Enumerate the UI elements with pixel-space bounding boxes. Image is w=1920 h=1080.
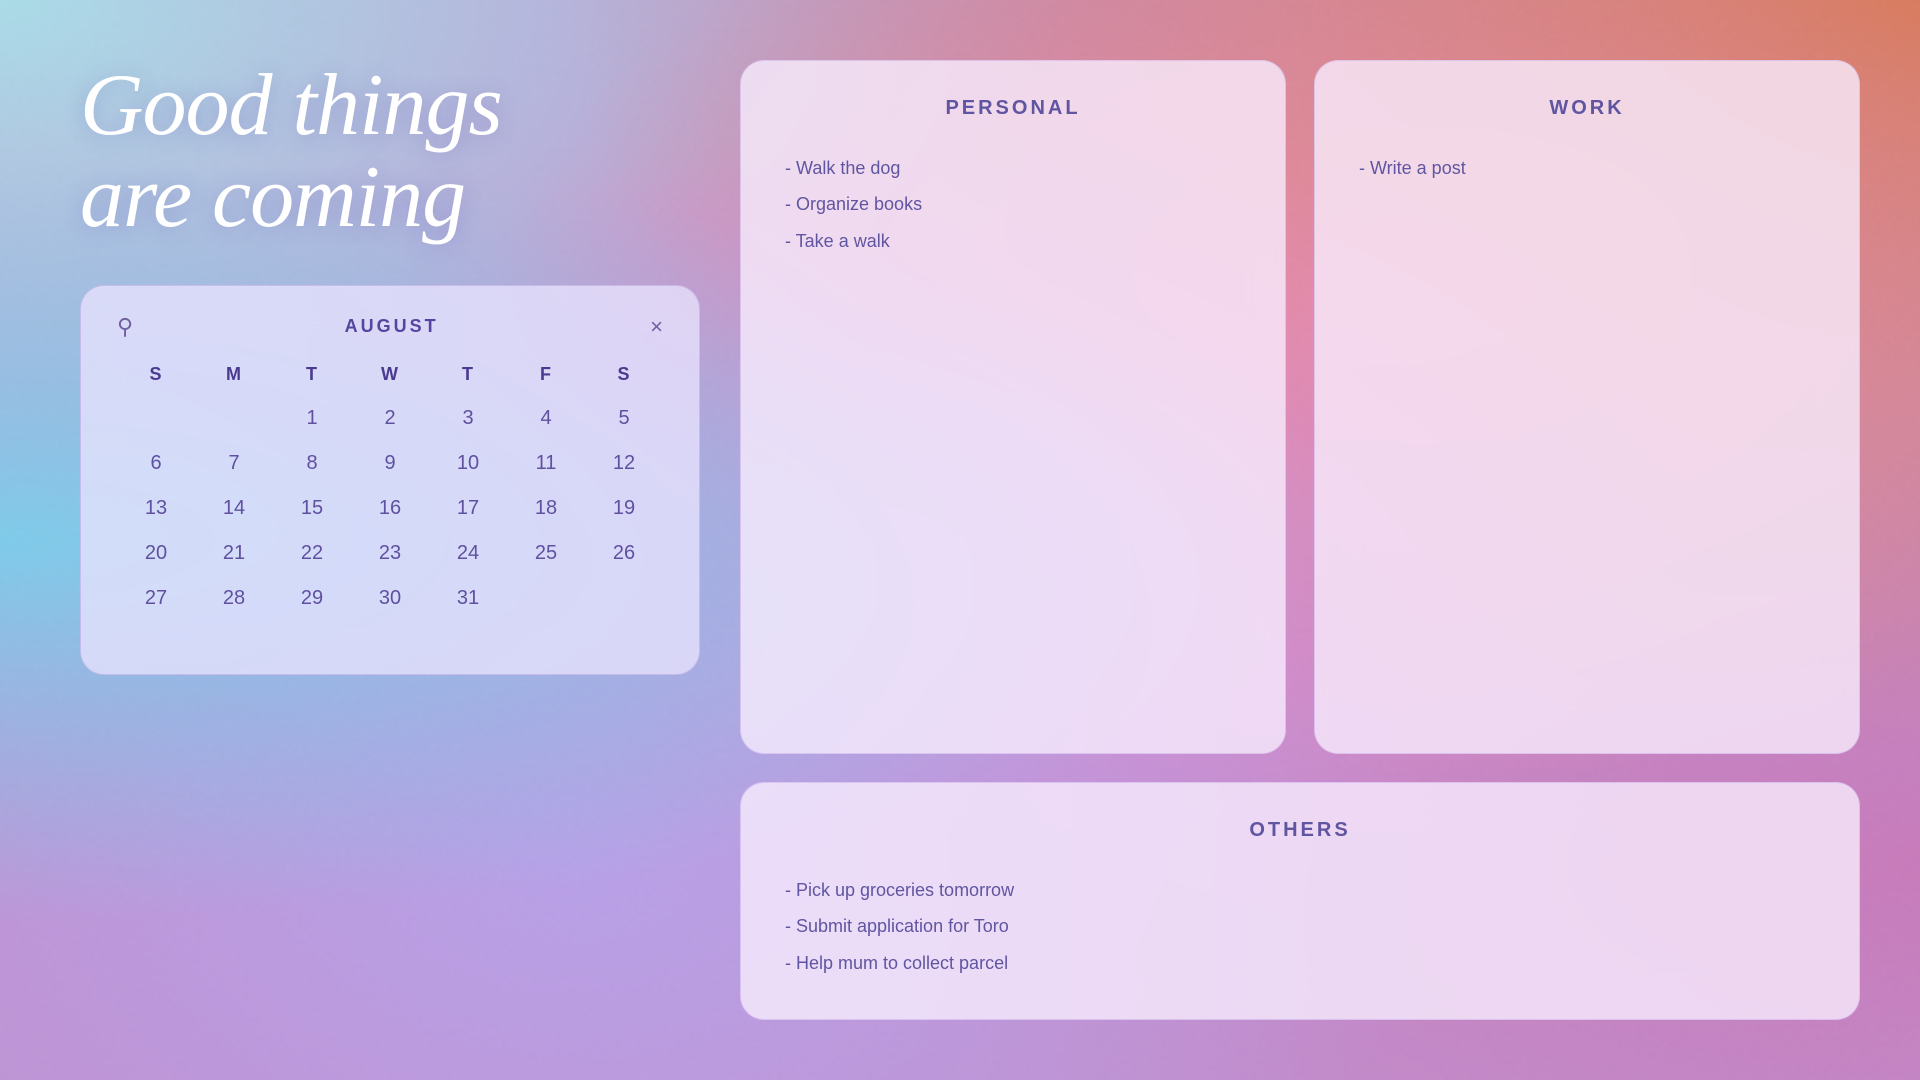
day-cell[interactable]: 16	[351, 491, 429, 526]
task-item: - Write a post	[1359, 152, 1815, 184]
day-cell[interactable]: 4	[507, 401, 585, 436]
day-header-w: W	[351, 364, 429, 385]
calendar-month: AUGUST	[345, 316, 439, 337]
top-cards: PERSONAL - Walk the dog- Organize books-…	[740, 60, 1860, 754]
day-header-t2: T	[429, 364, 507, 385]
day-cell[interactable]: 23	[351, 536, 429, 571]
others-tasks: - Pick up groceries tomorrow - Submit app…	[785, 874, 1815, 979]
left-panel: Good things are coming ⚲ AUGUST × S M T …	[80, 60, 700, 1020]
day-header-m: M	[195, 364, 273, 385]
hero-text: Good things are coming	[80, 60, 700, 245]
task-item: - Take a walk	[785, 225, 1241, 257]
calendar-header: ⚲ AUGUST ×	[117, 314, 663, 340]
day-cell	[585, 581, 663, 616]
calendar-widget: ⚲ AUGUST × S M T W T F S 123456789101112…	[80, 285, 700, 675]
close-button[interactable]: ×	[650, 316, 663, 338]
day-cell[interactable]: 13	[117, 491, 195, 526]
day-cell[interactable]: 30	[351, 581, 429, 616]
search-icon[interactable]: ⚲	[117, 314, 133, 340]
day-cell[interactable]: 15	[273, 491, 351, 526]
task-item: - Help mum to collect parcel	[785, 947, 1815, 979]
day-cell[interactable]: 25	[507, 536, 585, 571]
personal-tasks: - Walk the dog - Organize books - Take a w…	[785, 152, 1241, 257]
day-cell[interactable]: 19	[585, 491, 663, 526]
day-cell	[117, 626, 195, 638]
day-cell[interactable]: 12	[585, 446, 663, 481]
hero-line2: are coming	[80, 149, 465, 246]
day-cell[interactable]: 5	[585, 401, 663, 436]
days-grid: 1234567891011121314151617181920212223242…	[117, 401, 663, 638]
day-header-s1: S	[117, 364, 195, 385]
day-cell[interactable]: 3	[429, 401, 507, 436]
personal-card-title: PERSONAL	[785, 97, 1241, 120]
task-item: - Submit application for Toro	[785, 910, 1815, 942]
day-cell[interactable]: 26	[585, 536, 663, 571]
work-card: WORK - Write a post	[1314, 60, 1860, 754]
day-cell[interactable]: 24	[429, 536, 507, 571]
right-panel: PERSONAL - Walk the dog- Organize books-…	[740, 60, 1860, 1020]
day-cell[interactable]: 7	[195, 446, 273, 481]
day-cell[interactable]: 29	[273, 581, 351, 616]
day-cell[interactable]: 2	[351, 401, 429, 436]
calendar-grid: S M T W T F S 12345678910111213141516171…	[117, 364, 663, 638]
day-cell[interactable]: 21	[195, 536, 273, 571]
day-cell[interactable]: 9	[351, 446, 429, 481]
day-cell[interactable]: 28	[195, 581, 273, 616]
day-cell[interactable]: 27	[117, 581, 195, 616]
others-card-title: OTHERS	[785, 819, 1815, 842]
work-tasks: - Write a post	[1359, 152, 1815, 184]
day-cell[interactable]: 1	[273, 401, 351, 436]
day-headers: S M T W T F S	[117, 364, 663, 385]
day-cell[interactable]: 11	[507, 446, 585, 481]
task-item: - Organize books	[785, 188, 1241, 220]
day-cell[interactable]: 20	[117, 536, 195, 571]
day-cell[interactable]: 22	[273, 536, 351, 571]
day-cell	[117, 401, 195, 436]
day-cell	[507, 581, 585, 616]
day-header-s2: S	[585, 364, 663, 385]
day-cell[interactable]: 31	[429, 581, 507, 616]
day-cell[interactable]: 18	[507, 491, 585, 526]
day-cell[interactable]: 17	[429, 491, 507, 526]
day-cell[interactable]: 8	[273, 446, 351, 481]
day-cell[interactable]: 6	[117, 446, 195, 481]
day-cell	[195, 401, 273, 436]
work-card-title: WORK	[1359, 97, 1815, 120]
day-cell[interactable]: 14	[195, 491, 273, 526]
day-header-f: F	[507, 364, 585, 385]
task-item: - Walk the dog	[785, 152, 1241, 184]
personal-card: PERSONAL - Walk the dog- Organize books-…	[740, 60, 1286, 754]
task-item: - Pick up groceries tomorrow	[785, 874, 1815, 906]
hero-line1: Good things	[80, 57, 502, 154]
day-cell[interactable]: 10	[429, 446, 507, 481]
day-header-t1: T	[273, 364, 351, 385]
others-card: OTHERS - Pick up groceries tomorrow - Sub…	[740, 782, 1860, 1020]
